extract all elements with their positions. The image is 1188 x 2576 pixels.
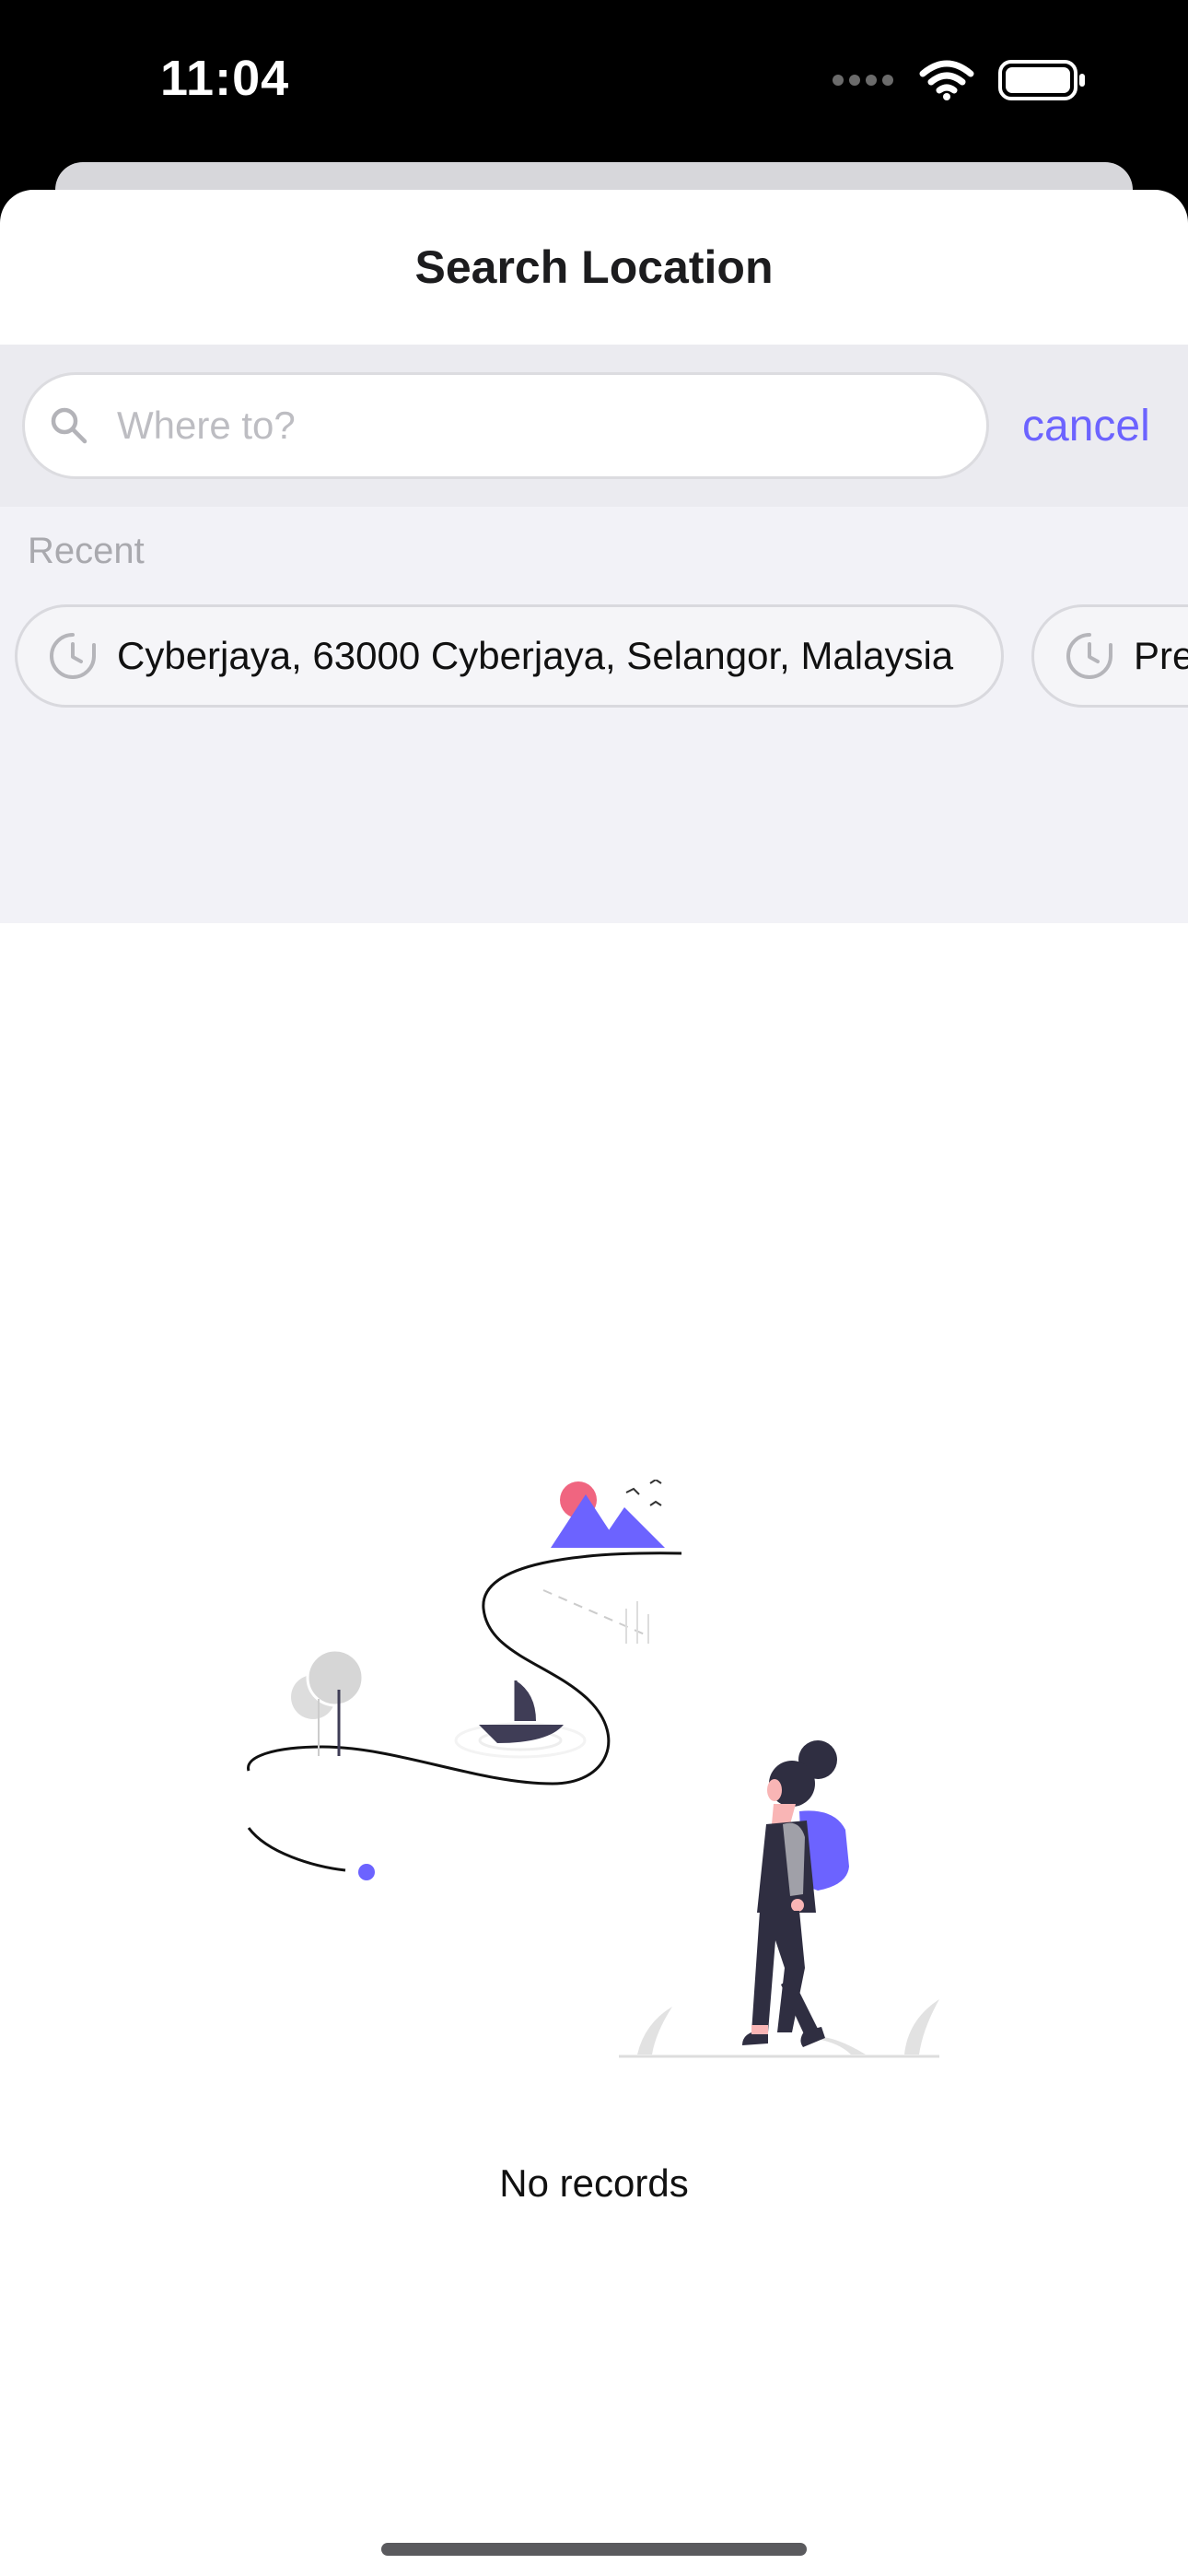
recent-chip[interactable]: Pres: [1031, 604, 1188, 708]
search-field[interactable]: [22, 372, 989, 479]
recent-chip[interactable]: Cyberjaya, 63000 Cyberjaya, Selangor, Ma…: [15, 604, 1004, 708]
person-figure: [742, 1740, 849, 2047]
search-icon: [51, 407, 87, 444]
search-bar-row: cancel: [0, 345, 1188, 507]
path-dot: [358, 1864, 375, 1880]
wifi-icon: [919, 60, 974, 100]
recent-label: Recent: [28, 531, 145, 571]
search-location-sheet: Search Location cancel Recent Cyberjaya,: [0, 190, 1188, 2576]
recent-chip-label: Cyberjaya, 63000 Cyberjaya, Selangor, Ma…: [117, 634, 954, 677]
status-time: 11:04: [160, 51, 290, 106]
clock-icon: [1066, 633, 1112, 679]
cancel-button[interactable]: cancel: [1022, 372, 1150, 479]
clock-icon: [50, 633, 96, 679]
sheet-title: Search Location: [414, 241, 774, 293]
battery-icon: [998, 60, 1085, 100]
search-input[interactable]: [117, 404, 946, 448]
status-bar: 11:04: [0, 0, 1188, 166]
boat-shape: [479, 1725, 564, 1743]
home-indicator[interactable]: [381, 2543, 807, 2556]
search-panel: cancel Recent Cyberjaya, 63000 Cyberjaya…: [0, 345, 1188, 923]
empty-state-message: No records: [499, 2161, 689, 2205]
recent-chip-label: Pres: [1134, 634, 1188, 677]
signal-icon: [833, 75, 893, 86]
status-icons: [831, 57, 1087, 103]
traveler-walking-illustration: [247, 1480, 939, 2058]
